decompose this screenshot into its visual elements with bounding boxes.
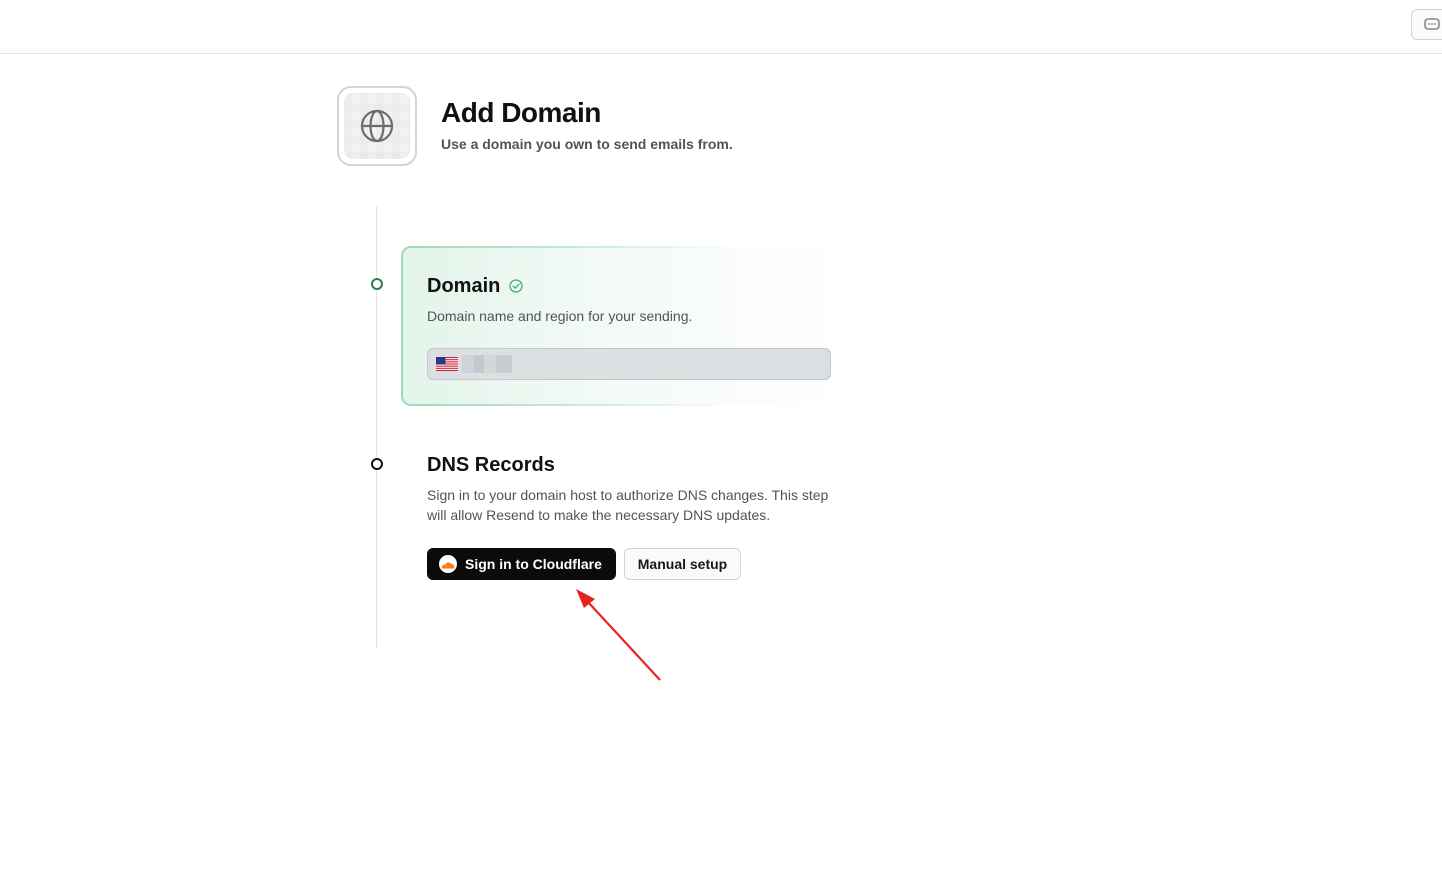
domain-field[interactable] [427,348,831,380]
feedback-button[interactable] [1411,9,1442,40]
page-title: Add Domain [441,97,601,128]
annotation-arrow [576,589,661,681]
globe-icon [360,109,394,143]
page-subtitle: Use a domain you own to send emails from… [441,136,733,152]
domain-step-card: Domain Domain name and region for your s… [401,246,853,406]
sign-in-cloudflare-label: Sign in to Cloudflare [465,556,602,572]
domain-step-title: Domain [427,275,501,297]
domain-step-description: Domain name and region for your sending. [427,308,693,324]
header-icon-frame [337,86,417,166]
manual-setup-button[interactable]: Manual setup [624,548,741,580]
sign-in-cloudflare-button[interactable]: Sign in to Cloudflare [427,548,616,580]
steps-timeline [376,206,377,648]
cloudflare-icon [439,555,457,573]
step-indicator-domain [371,278,383,290]
dns-step-description: Sign in to your domain host to authorize… [427,487,829,523]
us-flag-icon [436,357,458,371]
domain-value-redacted [462,355,512,373]
check-circle-icon [509,279,523,293]
top-bar [0,0,1442,54]
dns-step-title: DNS Records [427,454,555,476]
header-icon-tile [344,93,410,159]
step-indicator-dns [371,458,383,470]
chat-bubble-icon [1424,17,1440,30]
